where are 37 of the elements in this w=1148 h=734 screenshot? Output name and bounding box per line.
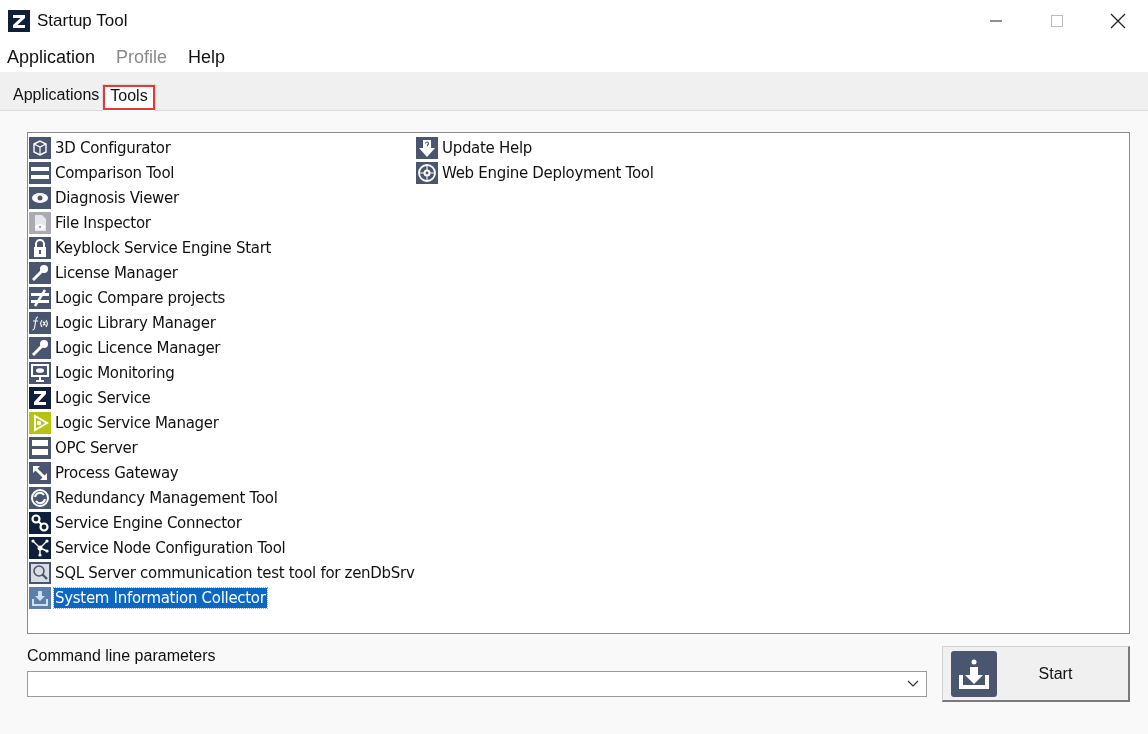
- tool-item[interactable]: License Manager: [54, 262, 179, 283]
- tool-item[interactable]: Logic Compare projects: [54, 287, 227, 308]
- tool-item[interactable]: Web Engine Deployment Tool: [441, 162, 655, 183]
- tool-item[interactable]: SQL Server communication test tool for zenDbSrv: [54, 562, 416, 583]
- maximize-icon: [1049, 14, 1064, 28]
- close-icon: [1109, 13, 1126, 29]
- tool-item[interactable]: Comparison Tool: [54, 162, 176, 183]
- tool-item[interactable]: Keyblock Service Engine Start: [54, 237, 273, 258]
- tool-item[interactable]: Update Help: [441, 137, 533, 158]
- field-label: Command line parameters: [27, 647, 217, 665]
- tool-item[interactable]: Redundancy Management Tool: [54, 487, 279, 508]
- menu-item[interactable]: Help: [181, 46, 234, 68]
- tool-item[interactable]: Logic Library Manager: [54, 312, 217, 333]
- download-icon: [951, 650, 997, 697]
- tool-item[interactable]: Process Gateway: [54, 462, 180, 483]
- tool-item[interactable]: Logic Licence Manager: [54, 337, 222, 358]
- tool-item[interactable]: System Information Collector: [54, 587, 267, 608]
- database-magnifier-icon: [29, 561, 51, 584]
- download-question-icon: [416, 136, 438, 159]
- tool-item[interactable]: Logic Service Manager: [54, 412, 220, 433]
- tool-item[interactable]: Logic Monitoring: [54, 362, 176, 383]
- tool-item[interactable]: File Inspector: [54, 212, 152, 233]
- download-tray-icon: [29, 586, 51, 609]
- tool-item[interactable]: Diagnosis Viewer: [54, 187, 180, 208]
- tool-item[interactable]: Logic Service: [54, 387, 152, 408]
- tool-item[interactable]: Service Node Configuration Tool: [54, 537, 287, 558]
- tool-item[interactable]: Service Engine Connector: [54, 512, 243, 533]
- app-logo-icon: [8, 10, 30, 32]
- command-line-field[interactable]: [27, 671, 927, 697]
- tool-item[interactable]: 3D Configurator: [54, 137, 172, 158]
- tool-item[interactable]: OPC Server: [54, 437, 139, 458]
- tab[interactable]: Applications: [9, 82, 103, 108]
- menu-item[interactable]: Application: [0, 46, 104, 68]
- caret-icon: [907, 680, 919, 688]
- tab[interactable]: Tools: [102, 84, 156, 111]
- start-button[interactable]: Start: [942, 646, 1130, 702]
- window-title: Startup Tool: [37, 11, 128, 31]
